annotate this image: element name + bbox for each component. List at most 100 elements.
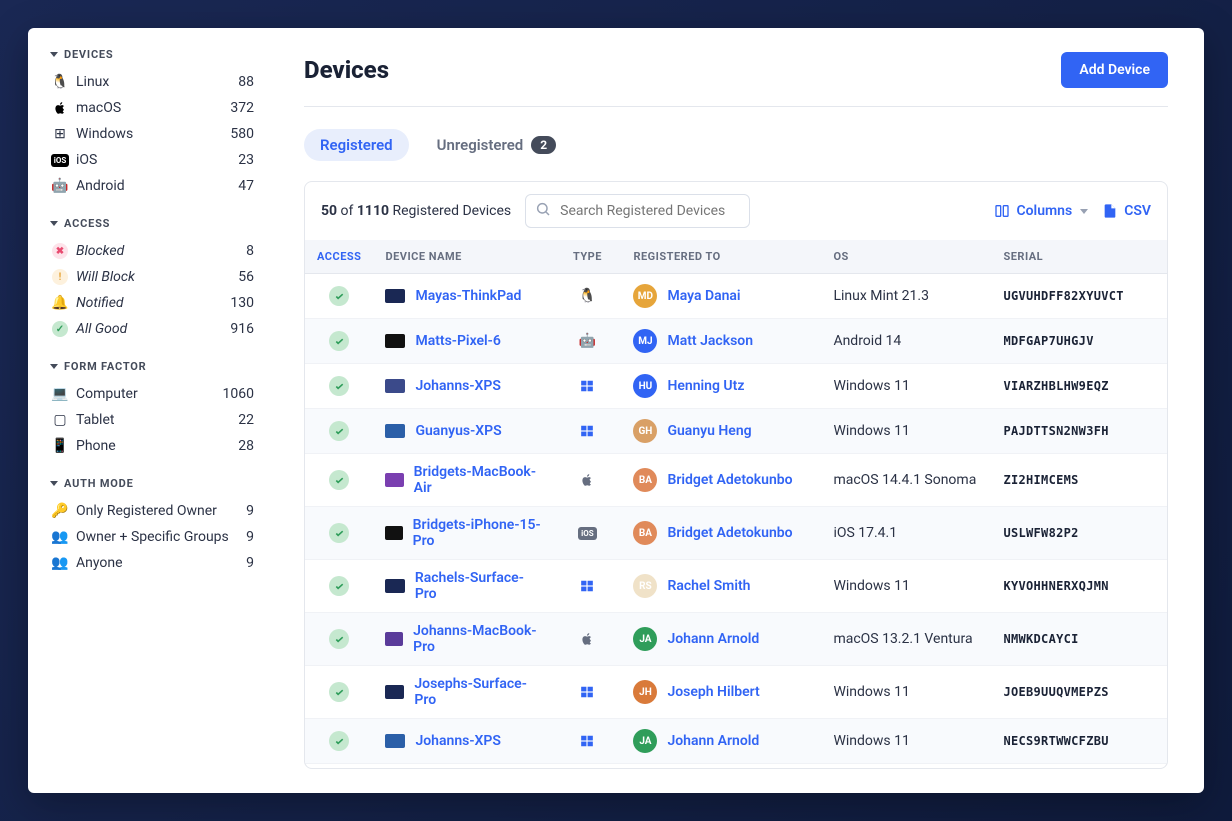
sidebar-section-access[interactable]: ACCESS [50, 217, 268, 230]
sidebar-item-icon: 💻 [50, 386, 70, 402]
table-row[interactable]: Johanns-XPSHUHenning UtzWindows 11VIARZH… [305, 364, 1167, 409]
sidebar-item-windows[interactable]: ⊞Windows580 [50, 121, 268, 147]
sidebar-item-ios[interactable]: iOSiOS23 [50, 147, 268, 173]
device-name-link[interactable]: Bridgets-MacBook-Air [414, 464, 542, 496]
csv-button[interactable]: CSV [1102, 203, 1151, 219]
sidebar-item-owner-specific-groups[interactable]: 👥Owner + Specific Groups9 [50, 524, 268, 550]
sidebar-item-computer[interactable]: 💻Computer1060 [50, 381, 268, 407]
sidebar-item-label: Windows [76, 126, 230, 142]
device-type-icon [565, 579, 609, 593]
chevron-down-icon [50, 221, 58, 226]
device-thumb-icon [385, 379, 405, 393]
col-type[interactable]: TYPE [553, 240, 621, 274]
sidebar-item-tablet[interactable]: ▢Tablet22 [50, 407, 268, 433]
table-row[interactable]: Bridgets-MacBook-AirBABridget Adetokunbo… [305, 454, 1167, 507]
sidebar-item-all-good[interactable]: ✓All Good916 [50, 316, 268, 342]
user-link[interactable]: Joseph Hilbert [667, 684, 759, 700]
col-access[interactable]: ACCESS [305, 240, 373, 274]
os-cell: Windows 11 [821, 560, 991, 613]
device-name-link[interactable]: Mayas-ThinkPad [415, 288, 521, 304]
col-serial[interactable]: SERIAL [991, 240, 1167, 274]
sidebar-item-linux[interactable]: 🐧Linux88 [50, 69, 268, 95]
user-link[interactable]: Maya Danai [667, 288, 740, 304]
os-cell: Windows 11 [821, 666, 991, 719]
sidebar-item-will-block[interactable]: !Will Block56 [50, 264, 268, 290]
sidebar-item-icon: 🔔 [50, 295, 70, 311]
device-name-link[interactable]: Josephs-Surface-Pro [414, 676, 541, 708]
os-cell: iOS 17.4.1 [821, 507, 991, 560]
access-ok-icon [329, 331, 349, 351]
user-link[interactable]: Rachel Smith [667, 578, 750, 594]
sidebar-item-label: Only Registered Owner [76, 503, 246, 519]
table-header-row: ACCESS DEVICE NAME TYPE REGISTERED TO OS… [305, 240, 1167, 274]
device-name-link[interactable]: Matts-Pixel-6 [415, 333, 500, 349]
chevron-down-icon [50, 364, 58, 369]
avatar: RS [633, 574, 657, 598]
sidebar-item-notified[interactable]: 🔔Notified130 [50, 290, 268, 316]
serial-cell: JOEB9UUQVMEPZS [991, 666, 1167, 719]
columns-button[interactable]: Columns [994, 203, 1088, 219]
device-name-link[interactable]: Johanns-MacBook-Pro [413, 623, 541, 655]
user-link[interactable]: Bridget Adetokunbo [667, 525, 792, 541]
device-name-link[interactable]: Guanyus-XPS [415, 423, 501, 439]
serial-cell: USLWFW82P2 [991, 507, 1167, 560]
os-cell: Android 14 [821, 319, 991, 364]
sidebar-section-devices[interactable]: DEVICES [50, 48, 268, 61]
col-registered-to[interactable]: REGISTERED TO [621, 240, 821, 274]
user-link[interactable]: Matt Jackson [667, 333, 753, 349]
avatar: BA [633, 521, 657, 545]
table-row[interactable]: Rachels-Surface-Pro RS Rachel Smith Windows… [305, 560, 1167, 613]
device-name-link[interactable]: Rachels-Surface-Pro [415, 570, 542, 602]
user-link[interactable]: Guanyu Heng [667, 423, 751, 439]
device-name-link[interactable]: Bridgets-iPhone-15-Pro [413, 517, 542, 549]
sidebar-item-count: 9 [246, 555, 254, 571]
chevron-down-icon [50, 52, 58, 57]
serial-cell: ZI2HIMCEMS [991, 454, 1167, 507]
sidebar-item-label: Owner + Specific Groups [76, 529, 246, 545]
sidebar-item-blocked[interactable]: ✖Blocked8 [50, 238, 268, 264]
table-row[interactable]: Johanns-XPSJAJohann ArnoldWindows 11NECS… [305, 719, 1167, 764]
table-row[interactable]: Johanns-MacBook-ProJAJohann ArnoldmacOS … [305, 613, 1167, 666]
os-cell: Linux Mint 21.3 [821, 274, 991, 319]
search-input[interactable] [525, 194, 750, 228]
os-cell: Windows 11 [821, 719, 991, 764]
device-name-link[interactable]: Johanns-XPS [415, 733, 500, 749]
sidebar-item-anyone[interactable]: 👥Anyone9 [50, 550, 268, 576]
user-link[interactable]: Bridget Adetokunbo [667, 472, 792, 488]
table-row[interactable]: Bridgets-iPhone-15-ProiOSBABridget Adeto… [305, 507, 1167, 560]
device-thumb-icon [385, 334, 405, 348]
sidebar-section-auth-mode[interactable]: AUTH MODE [50, 477, 268, 490]
sidebar-item-icon: 👥 [50, 555, 70, 571]
table-row[interactable]: Mayas-ThinkPad🐧MDMaya DanaiLinux Mint 21… [305, 274, 1167, 319]
add-device-button[interactable]: Add Device [1061, 52, 1168, 88]
sidebar-item-label: Will Block [76, 269, 238, 285]
device-type-icon [565, 632, 609, 646]
sidebar-item-only-registered-owner[interactable]: 🔑Only Registered Owner9 [50, 498, 268, 524]
tab-registered[interactable]: Registered [304, 129, 409, 161]
sidebar-section-form-factor[interactable]: FORM FACTOR [50, 360, 268, 373]
col-os[interactable]: OS [821, 240, 991, 274]
sidebar-item-macos[interactable]: macOS372 [50, 95, 268, 121]
user-link[interactable]: Johann Arnold [667, 631, 759, 647]
sidebar-item-android[interactable]: 🤖Android47 [50, 173, 268, 199]
sidebar-item-label: Android [76, 178, 238, 194]
user-link[interactable]: Henning Utz [667, 378, 744, 394]
user-link[interactable]: Johann Arnold [667, 733, 759, 749]
table-row[interactable]: Guanyus-XPSGHGuanyu HengWindows 11PAJDTT… [305, 409, 1167, 454]
table-row[interactable]: Matts-Pixel-6🤖MJMatt JacksonAndroid 14MD… [305, 319, 1167, 364]
col-device-name[interactable]: DEVICE NAME [373, 240, 553, 274]
sidebar-item-icon: iOS [50, 154, 70, 167]
device-name-link[interactable]: Johanns-XPS [415, 378, 500, 394]
table-row[interactable]: Jasons-MacBook-ProJSJason SchmidtmacOS 1… [305, 764, 1167, 770]
table-row[interactable]: Josephs-Surface-ProJHJoseph HilbertWindo… [305, 666, 1167, 719]
search-icon [535, 201, 551, 221]
sidebar-item-phone[interactable]: 📱Phone28 [50, 433, 268, 459]
serial-cell: AIFW4LYK5L [991, 764, 1167, 770]
tab-unregistered[interactable]: Unregistered 2 [421, 129, 572, 161]
sidebar-item-label: iOS [76, 152, 238, 168]
sidebar-item-count: 22 [238, 412, 254, 428]
serial-cell: VIARZHBLHW9EQZ [991, 364, 1167, 409]
sidebar-item-icon: ✓ [50, 321, 70, 337]
access-ok-icon [329, 629, 349, 649]
sidebar-item-label: Computer [76, 386, 223, 402]
